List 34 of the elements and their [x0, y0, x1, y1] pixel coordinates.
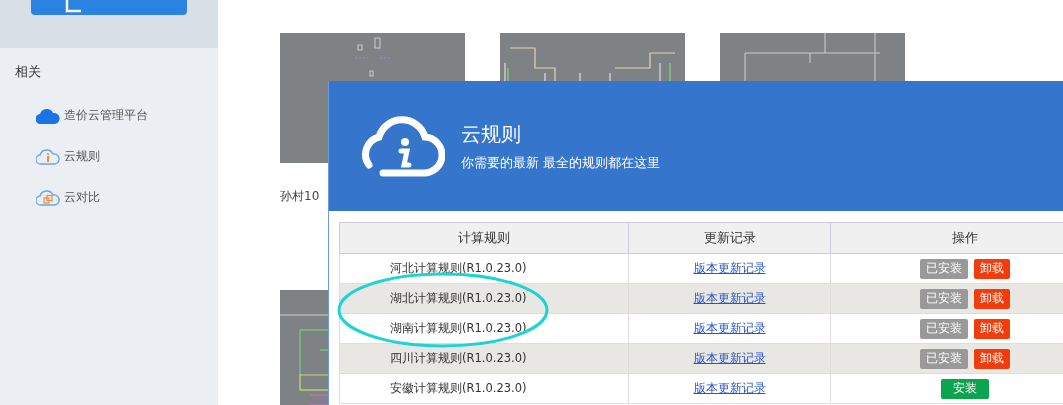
changelog-link[interactable]: 版本更新记录 [693, 261, 766, 275]
rule-name-cell: 安徽计算规则(R1.0.23.0) [339, 373, 629, 404]
column-header: 操作 [830, 222, 1063, 254]
rule-name-cell: 湖南计算规则(R1.0.23.0) [339, 313, 629, 344]
uninstall-button[interactable]: 卸载 [973, 288, 1010, 309]
cloud-icon [36, 107, 60, 124]
rule-name-cell: 湖北计算规则(R1.0.23.0) [339, 283, 629, 314]
installed-button[interactable]: 已安装 [919, 258, 968, 279]
installed-button[interactable]: 已安装 [919, 318, 968, 339]
changelog-link[interactable]: 版本更新记录 [693, 351, 766, 365]
changelog-link[interactable]: 版本更新记录 [693, 381, 766, 395]
install-button[interactable]: 安装 [940, 378, 989, 399]
sidebar-item[interactable]: 云规则 [36, 136, 218, 177]
installed-button[interactable]: 已安装 [919, 288, 968, 309]
cloud-compare-icon [36, 189, 60, 206]
uninstall-button[interactable]: 卸载 [973, 348, 1010, 369]
dialog-subtitle: 你需要的最新 最全的规则都在这里 [461, 153, 661, 172]
uninstall-button[interactable]: 卸载 [973, 318, 1010, 339]
dialog-title: 云规则 [461, 120, 522, 148]
new-project-button[interactable] [31, 0, 187, 15]
section-title: 相关 [15, 63, 42, 81]
column-header: 更新记录 [628, 222, 831, 254]
cloud-info-icon [361, 115, 445, 177]
rule-name-cell: 四川计算规则(R1.0.23.0) [339, 343, 629, 374]
rule-name-cell: 河北计算规则(R1.0.23.0) [339, 253, 629, 284]
column-header: 计算规则 [339, 222, 629, 254]
uninstall-button[interactable]: 卸载 [973, 258, 1010, 279]
changelog-link[interactable]: 版本更新记录 [693, 291, 766, 305]
sidebar-item[interactable]: 云对比 [36, 177, 218, 218]
cloud-info-icon [36, 148, 60, 165]
changelog-link[interactable]: 版本更新记录 [693, 321, 766, 335]
project-title: 孙村10 [280, 188, 321, 205]
installed-button[interactable]: 已安装 [919, 348, 968, 369]
sidebar-item[interactable]: 造价云管理平台 [36, 95, 218, 136]
